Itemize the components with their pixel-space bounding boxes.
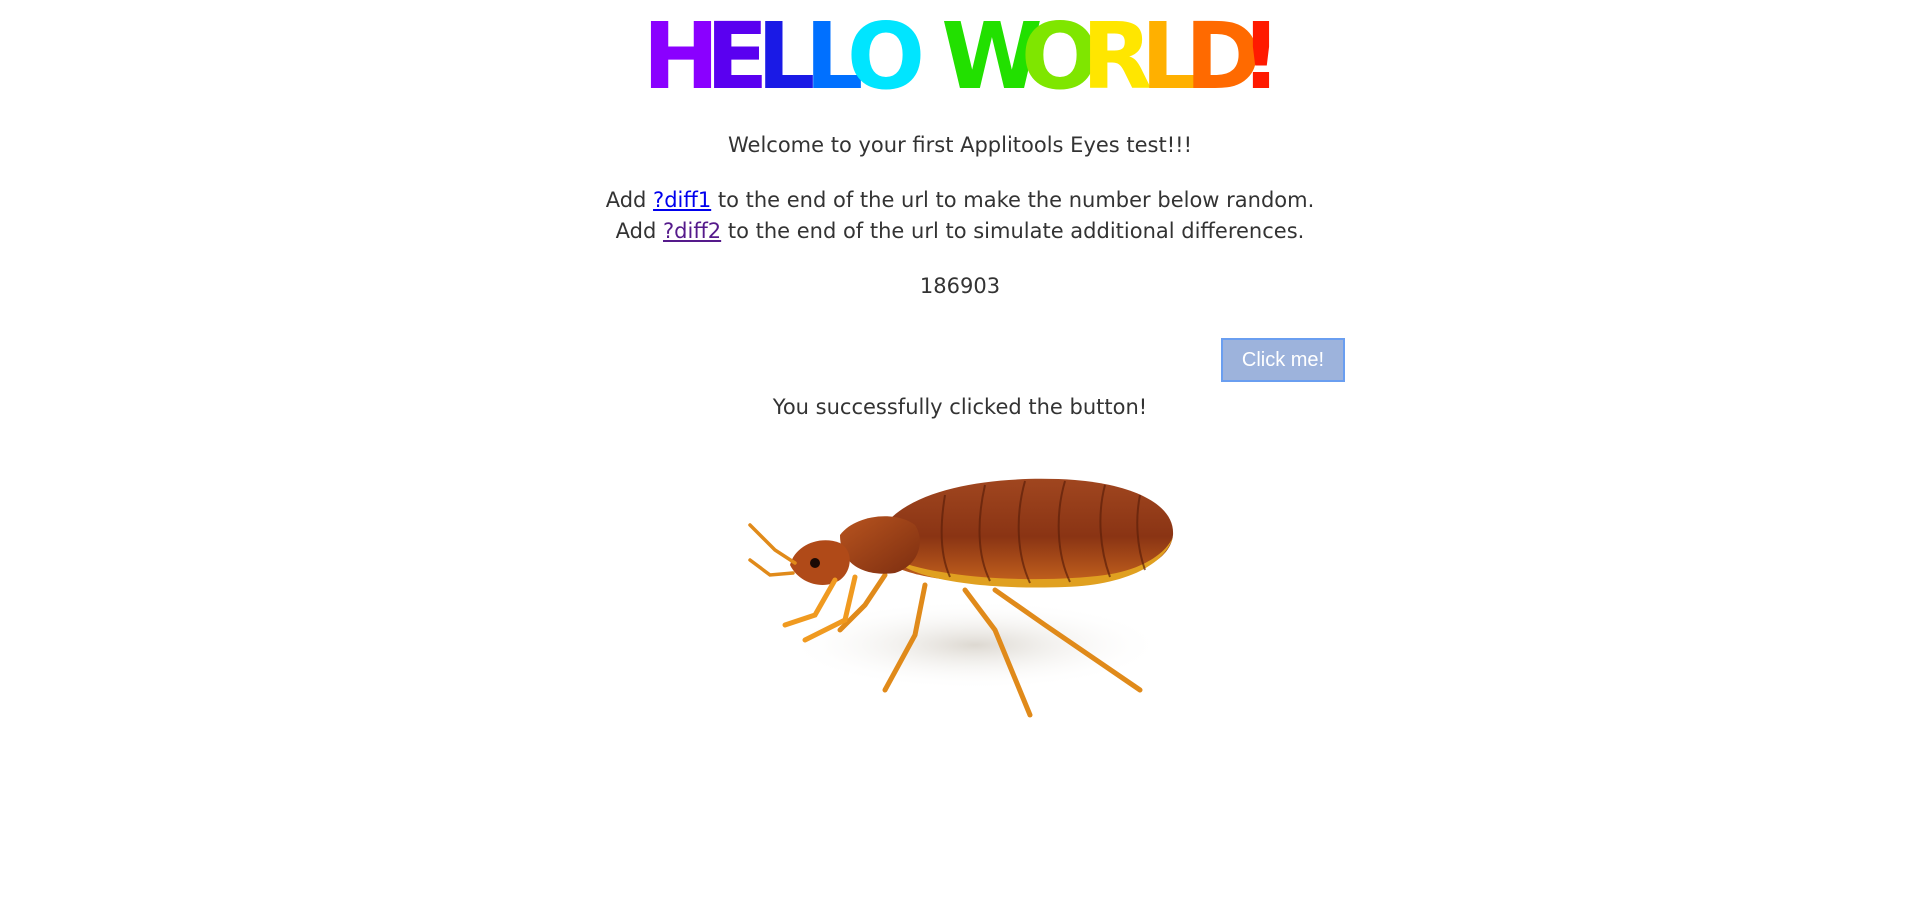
diff2-link[interactable]: ?diff2 <box>663 219 721 243</box>
page: H E L L O W O R L D! Welcome to your first Applit… <box>0 0 1920 902</box>
random-number: 186903 <box>919 274 1001 298</box>
hello-letter-11: ! <box>1240 3 1280 100</box>
diff1-prefix: Add <box>605 188 654 212</box>
diff2-instruction: Add ?diff2 to the end of the url to simu… <box>0 216 1920 246</box>
click-result-message: You successfully clicked the button! <box>772 395 1148 419</box>
bedbug-image <box>745 455 1180 725</box>
hello-world-logo: HELLO WORLD! <box>643 3 1281 100</box>
diff2-prefix: Add <box>615 219 664 243</box>
diff1-link[interactable]: ?diff1 <box>653 188 711 212</box>
hello-world-heading: H E L L O W O R L D! <box>0 0 1920 100</box>
diff2-suffix: to the end of the url to simulate additi… <box>721 219 1305 243</box>
diff1-instruction: Add ?diff1 to the end of the url to make… <box>0 185 1920 215</box>
bedbug-icon <box>748 478 1174 718</box>
diff1-suffix: to the end of the url to make the number… <box>711 188 1315 212</box>
hello-letter-4: O <box>847 3 925 100</box>
welcome-text: Welcome to your first Applitools Eyes te… <box>728 133 1192 157</box>
click-me-button[interactable]: Click me! <box>1221 338 1345 382</box>
